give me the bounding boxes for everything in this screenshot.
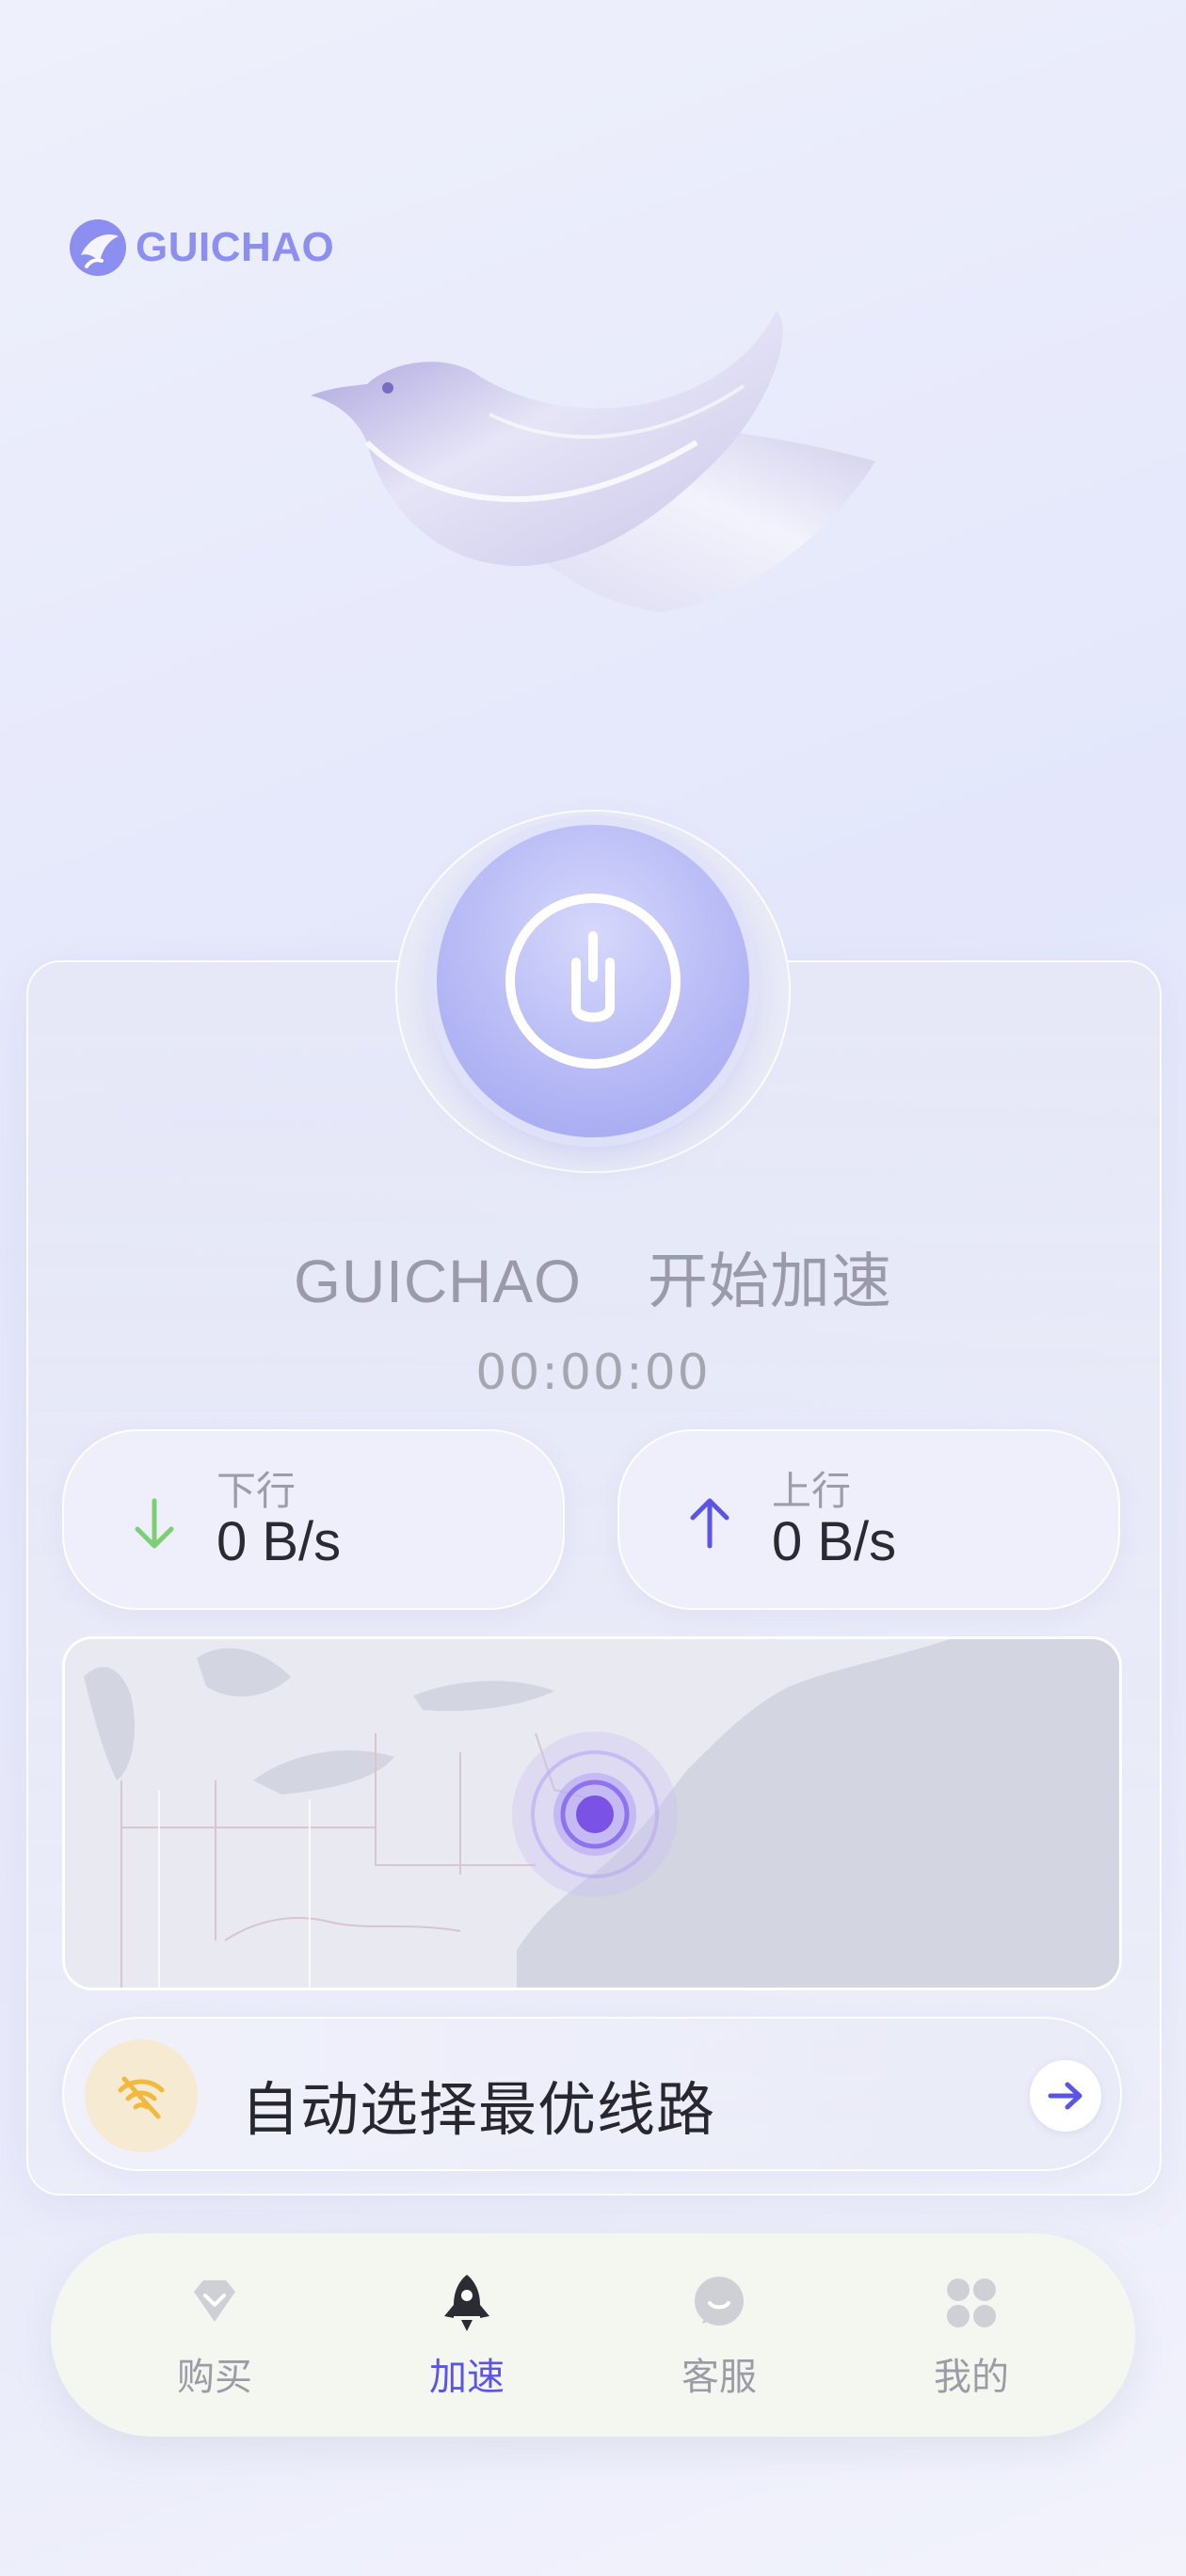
title-brand: GUICHAO [294,1248,582,1315]
diamond-icon [194,2280,235,2322]
glass-bird-illustration [311,311,875,612]
tab-mine-label: 我的 [934,2357,1009,2398]
grid-icon [947,2278,996,2327]
download-value: 0 B/s [216,1511,342,1572]
bird-logo-icon [70,219,126,276]
download-stat: 下行 0 B/s [62,1429,565,1610]
connection-status-title: GUICHAO 开始加速 [0,1233,1186,1320]
arrow-down-icon [135,1498,174,1549]
tab-accelerate[interactable]: 加速 [363,2269,570,2401]
brand-name: GUICHAO [136,224,335,270]
download-label: 下行 [216,1469,296,1513]
route-selector[interactable]: 自动选择最优线路 [62,2017,1122,2171]
power-icon [505,894,681,1069]
connection-timer: 00:00:00 [475,1344,711,1401]
wifi-off-icon [118,2076,165,2119]
arrow-up-icon [690,1498,729,1549]
route-label: 自动选择最优线路 [241,2078,716,2143]
tab-buy-label: 购买 [177,2357,252,2398]
brand-logo: GUICHAO [68,215,334,281]
upload-stat: 上行 0 B/s [617,1429,1120,1610]
upload-value: 0 B/s [772,1511,897,1572]
tab-support[interactable]: 客服 [616,2269,823,2401]
tab-buy[interactable]: 购买 [111,2269,318,2401]
route-select-button[interactable] [1030,2060,1101,2132]
chat-icon [695,2277,744,2326]
upload-label: 上行 [772,1469,852,1513]
tab-accelerate-label: 加速 [429,2357,505,2398]
tab-support-label: 客服 [681,2357,757,2398]
bottom-tab-bar: 购买 加速 客服 我的 [51,2233,1135,2437]
power-button[interactable] [437,825,749,1137]
title-action: 开始加速 [647,1248,892,1315]
map-graphic [65,1639,1119,1988]
arrow-right-icon [1048,2082,1082,2110]
rocket-icon [444,2275,489,2331]
location-map[interactable] [62,1636,1122,1990]
route-status-badge [85,2039,198,2152]
tab-mine[interactable]: 我的 [868,2269,1075,2401]
